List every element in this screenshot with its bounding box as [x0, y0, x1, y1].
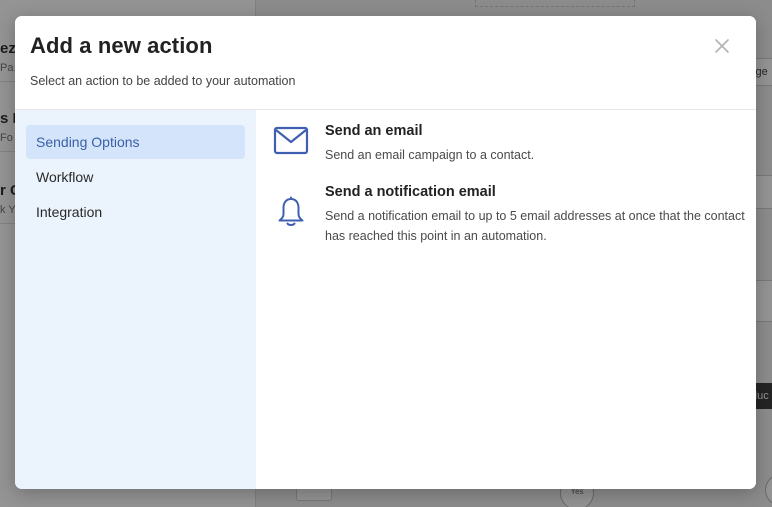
sidebar-item-label: Integration — [36, 204, 103, 220]
action-description: Send an email campaign to a contact. — [325, 148, 535, 162]
action-title: Send an email — [325, 123, 423, 139]
action-list: Send an email Send an email campaign to … — [256, 110, 756, 489]
bell-icon — [273, 194, 309, 230]
action-send-email[interactable]: Send an email Send an email campaign to … — [273, 123, 748, 163]
envelope-icon — [273, 123, 309, 159]
close-icon — [715, 39, 729, 53]
sidebar-item-workflow[interactable]: Workflow — [26, 160, 245, 194]
sidebar-item-label: Workflow — [36, 169, 94, 185]
close-button[interactable] — [712, 36, 732, 56]
add-action-modal: Add a new action Select an action to be … — [15, 16, 756, 489]
action-category-sidebar: Sending Options Workflow Integration — [15, 110, 256, 489]
sidebar-item-label: Sending Options — [36, 134, 140, 150]
modal-title: Add a new action — [30, 33, 213, 58]
modal-subtitle: Select an action to be added to your aut… — [30, 74, 296, 88]
modal-header: Add a new action Select an action to be … — [15, 16, 756, 110]
action-send-notification-email[interactable]: Send a notification email Send a notific… — [273, 184, 748, 248]
sidebar-item-integration[interactable]: Integration — [26, 195, 245, 229]
action-description: Send a notification email to up to 5 ema… — [325, 209, 745, 243]
sidebar-item-sending-options[interactable]: Sending Options — [26, 125, 245, 159]
action-title: Send a notification email — [325, 184, 496, 200]
